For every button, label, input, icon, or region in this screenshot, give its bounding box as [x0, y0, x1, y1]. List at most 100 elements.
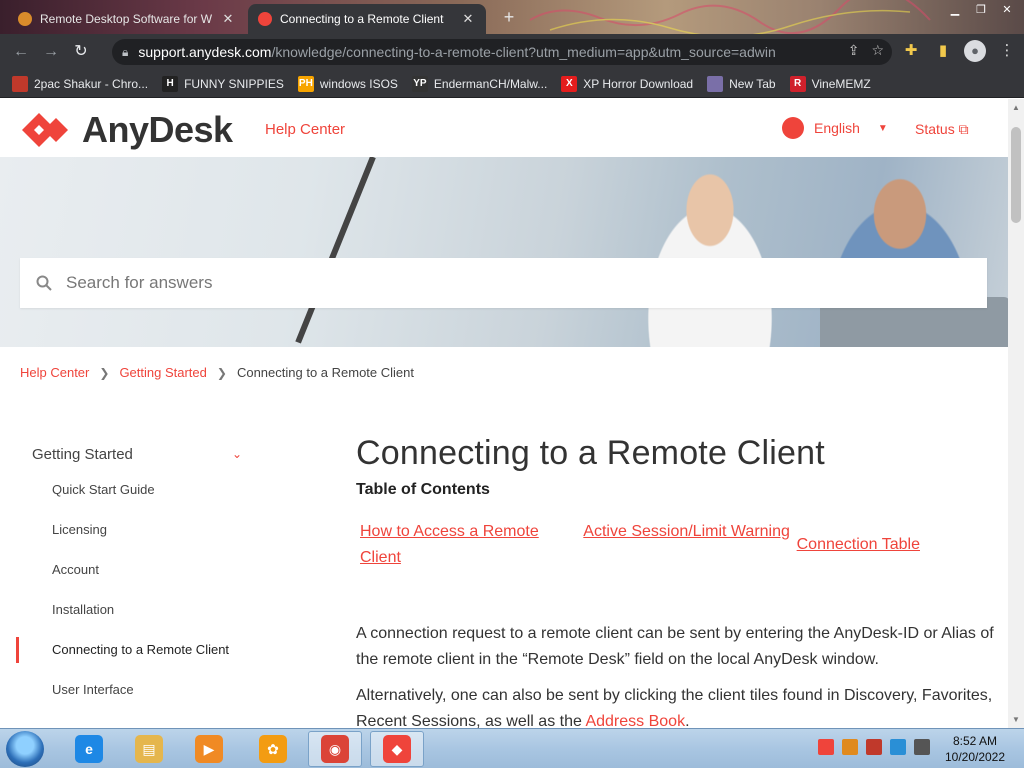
status-link[interactable]: Status ⧉	[915, 121, 969, 138]
address-book-link[interactable]: Address Book	[585, 713, 685, 728]
taskbar-app-uc-browser[interactable]: ✿	[246, 731, 300, 767]
site-header: AnyDesk Help Center English ▼ Status ⧉	[0, 99, 1008, 157]
sidebar-section-getting-started[interactable]: Getting Started ⌄	[16, 439, 256, 469]
bookmark-label: New Tab	[729, 76, 776, 91]
restore-icon[interactable]: ❐	[970, 2, 992, 18]
bookmark-item[interactable]: R VineMEMZ	[789, 75, 871, 92]
file-explorer-icon: ▤	[135, 735, 163, 763]
bookmark-r-icon: R	[789, 75, 806, 92]
flag-tray-icon[interactable]	[866, 739, 882, 755]
bookmark-label: 2pac Shakur - Chro...	[34, 76, 149, 91]
hero-photo-woman	[620, 157, 800, 347]
anydesk-tray-icon[interactable]	[818, 739, 834, 755]
chevron-right-icon: ❯	[99, 365, 110, 380]
kebab-menu-icon[interactable]: ⋮	[996, 39, 1018, 63]
hero-decoration	[295, 157, 376, 344]
toc-link-access-remote-client[interactable]: How to Access a Remote Client	[360, 519, 583, 571]
minimize-icon[interactable]: ▁	[944, 2, 966, 18]
bookmark-globe-icon	[707, 75, 724, 92]
bookmark-label: VineMEMZ	[811, 76, 871, 91]
url-path: /knowledge/connecting-to-a-remote-client…	[271, 44, 776, 60]
bookmark-tupac-icon	[12, 75, 28, 92]
close-tab-icon[interactable]: ✕	[460, 11, 476, 27]
tab-connecting-remote-client[interactable]: Connecting to a Remote Client ✕	[248, 4, 486, 34]
taskbar-app-media-player[interactable]: ▶	[182, 731, 236, 767]
external-link-icon: ⧉	[958, 121, 969, 137]
chrome-icon: ◉	[321, 735, 349, 763]
bookmark-item[interactable]: H FUNNY SNIPPIES	[162, 75, 284, 92]
taskbar-clock[interactable]: 8:52 AM 10/20/2022	[940, 733, 1010, 765]
close-tab-icon[interactable]: ✕	[220, 11, 236, 27]
anydesk-favicon-icon	[258, 12, 272, 26]
forward-arrow-icon[interactable]: →	[36, 37, 66, 67]
search-tray-icon[interactable]	[842, 739, 858, 755]
side-panel-icon[interactable]: ▮	[932, 39, 954, 63]
browser-tab-strip: Remote Desktop Software for W ✕ Connecti…	[0, 0, 1024, 34]
browser-toolbar: ← → ↻ 🔒︎ support.anydesk.com /knowledge/…	[0, 34, 1024, 70]
bookmark-x-icon: X	[561, 75, 578, 92]
scroll-up-icon[interactable]: ▲	[1012, 103, 1020, 112]
toc-link-session-limit-warning[interactable]: Active Session/Limit Warning	[583, 519, 796, 545]
search-icon	[36, 275, 52, 291]
reload-icon[interactable]: ↻	[66, 37, 96, 67]
language-selector[interactable]: English ▼	[782, 117, 888, 139]
bookmark-label: FUNNY SNIPPIES	[184, 76, 284, 91]
start-button-icon[interactable]	[6, 731, 44, 767]
page-scrollbar[interactable]: ▲ ▼	[1008, 99, 1024, 728]
globe-icon	[782, 117, 804, 139]
chevron-right-icon: ❯	[216, 365, 227, 380]
volume-tray-icon[interactable]	[914, 739, 930, 755]
bookmark-star-icon[interactable]: ☆	[871, 42, 884, 59]
tab-title: Remote Desktop Software for W	[40, 12, 213, 26]
share-icon[interactable]: ⇪	[848, 42, 860, 59]
taskbar-app-file-explorer[interactable]: ▤	[122, 731, 176, 767]
help-center-link[interactable]: Help Center	[265, 121, 345, 138]
network-tray-icon[interactable]	[890, 739, 906, 755]
profile-avatar-icon[interactable]: ●	[964, 40, 986, 62]
caret-down-icon: ▼	[877, 122, 888, 134]
sidebar-item[interactable]: Connecting to a Remote Client	[16, 629, 256, 669]
bookmark-item[interactable]: New Tab	[707, 75, 776, 92]
tab-anydesk-home[interactable]: Remote Desktop Software for W ✕	[8, 4, 246, 34]
taskbar-app-internet-explorer[interactable]: e	[62, 731, 116, 767]
bookmark-item[interactable]: 2pac Shakur - Chro...	[12, 75, 149, 92]
window-controls: ▁ ❐ ✕	[944, 2, 1018, 18]
toc-link-connection-table[interactable]: Connection Table	[797, 532, 996, 558]
sidebar-item[interactable]: Quick Start Guide	[16, 469, 256, 509]
sidebar-section-label: Getting Started	[32, 445, 133, 463]
anydesk-favicon-icon	[18, 12, 32, 26]
sidebar-item[interactable]: Licensing	[16, 509, 256, 549]
url-host: support.anydesk.com	[138, 44, 272, 60]
sidebar-item[interactable]: Installation	[16, 589, 256, 629]
close-window-icon[interactable]: ✕	[996, 2, 1018, 18]
taskbar-app-chrome[interactable]: ◉	[308, 731, 362, 767]
clock-time: 8:52 AM	[952, 734, 998, 748]
scroll-down-icon[interactable]: ▼	[1012, 715, 1020, 724]
bookmark-item[interactable]: YP EndermanCH/Malw...	[411, 75, 547, 92]
anydesk-logo[interactable]: AnyDesk	[22, 109, 233, 151]
breadcrumb-help-center[interactable]: Help Center	[20, 365, 89, 380]
toc-title: Table of Contents	[356, 481, 490, 498]
address-bar[interactable]: 🔒︎ support.anydesk.com /knowledge/connec…	[112, 39, 892, 65]
chevron-down-icon: ⌄	[231, 447, 242, 461]
bookmark-yp-icon: YP	[411, 75, 428, 92]
anydesk-icon: ◆	[383, 735, 411, 763]
hero-banner	[0, 157, 1008, 347]
lock-icon: 🔒︎	[122, 44, 129, 59]
back-arrow-icon[interactable]: ←	[6, 37, 36, 67]
extensions-puzzle-icon[interactable]: ✚	[900, 39, 922, 63]
brand-name: AnyDesk	[82, 109, 233, 150]
sidebar-item[interactable]: User Interface	[16, 669, 256, 709]
scrollbar-thumb[interactable]	[1011, 127, 1021, 223]
breadcrumb-getting-started[interactable]: Getting Started	[119, 365, 206, 380]
bookmark-item[interactable]: X XP Horror Download	[561, 75, 693, 92]
web-page: AnyDesk Help Center English ▼ Status ⧉ H…	[0, 99, 1008, 728]
media-player-icon: ▶	[195, 735, 223, 763]
search-input[interactable]	[66, 273, 946, 293]
bookmark-item[interactable]: PH windows ISOS	[297, 75, 398, 92]
uc-browser-icon: ✿	[259, 735, 287, 763]
new-tab-button[interactable]: +	[498, 6, 520, 28]
taskbar-app-anydesk[interactable]: ◆	[370, 731, 424, 767]
sidebar-item[interactable]: Account	[16, 549, 256, 589]
bookmark-label: windows ISOS	[319, 76, 398, 91]
